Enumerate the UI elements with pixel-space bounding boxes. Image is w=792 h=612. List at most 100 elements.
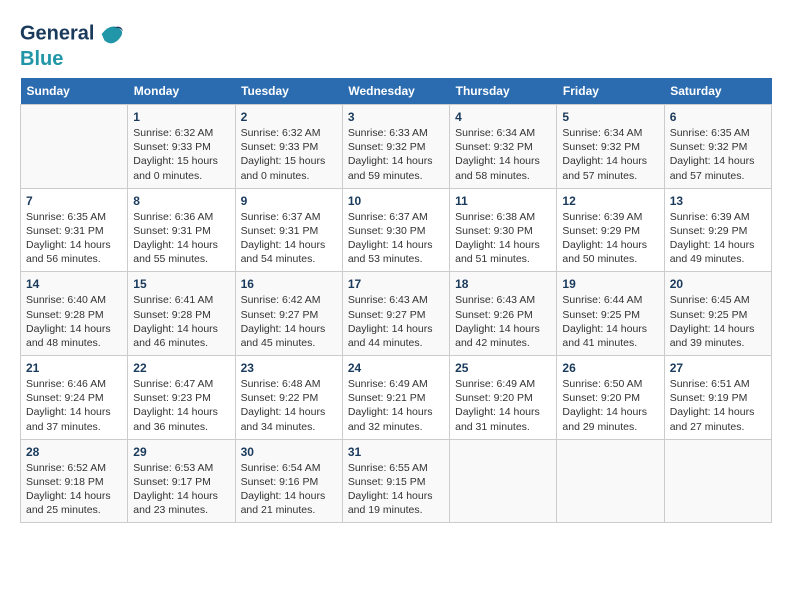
day-info: Sunrise: 6:42 AMSunset: 9:27 PMDaylight:…	[241, 293, 337, 350]
day-number: 24	[348, 361, 444, 375]
calendar-cell: 22 Sunrise: 6:47 AMSunset: 9:23 PMDayligh…	[128, 356, 235, 440]
column-header-sunday: Sunday	[21, 78, 128, 105]
day-number: 22	[133, 361, 229, 375]
day-info: Sunrise: 6:47 AMSunset: 9:23 PMDaylight:…	[133, 377, 229, 434]
calendar-cell: 19 Sunrise: 6:44 AMSunset: 9:25 PMDayligh…	[557, 272, 664, 356]
day-info: Sunrise: 6:32 AMSunset: 9:33 PMDaylight:…	[133, 126, 229, 183]
calendar-cell: 14Sunrise: 6:40 AMSunset: 9:28 PMDayligh…	[21, 272, 128, 356]
calendar-cell: 24 Sunrise: 6:49 AMSunset: 9:21 PMDayligh…	[342, 356, 449, 440]
calendar-cell: 30 Sunrise: 6:54 AMSunset: 9:16 PMDayligh…	[235, 439, 342, 523]
calendar-week-row: 28Sunrise: 6:52 AMSunset: 9:18 PMDayligh…	[21, 439, 772, 523]
day-number: 1	[133, 110, 229, 124]
day-info: Sunrise: 6:39 AMSunset: 9:29 PMDaylight:…	[670, 210, 766, 267]
calendar-cell: 17 Sunrise: 6:43 AMSunset: 9:27 PMDayligh…	[342, 272, 449, 356]
day-info: Sunrise: 6:34 AMSunset: 9:32 PMDaylight:…	[562, 126, 658, 183]
calendar-cell: 9Sunrise: 6:37 AMSunset: 9:31 PMDaylight…	[235, 188, 342, 272]
day-info: Sunrise: 6:39 AMSunset: 9:29 PMDaylight:…	[562, 210, 658, 267]
calendar-cell: 21Sunrise: 6:46 AMSunset: 9:24 PMDayligh…	[21, 356, 128, 440]
day-info: Sunrise: 6:51 AMSunset: 9:19 PMDaylight:…	[670, 377, 766, 434]
calendar-cell: 27 Sunrise: 6:51 AMSunset: 9:19 PMDayligh…	[664, 356, 771, 440]
day-info: Sunrise: 6:35 AMSunset: 9:31 PMDaylight:…	[26, 210, 122, 267]
logo-blue: Blue	[20, 48, 63, 70]
day-number: 27	[670, 361, 766, 375]
day-info: Sunrise: 6:38 AMSunset: 9:30 PMDaylight:…	[455, 210, 551, 267]
day-info: Sunrise: 6:54 AMSunset: 9:16 PMDaylight:…	[241, 461, 337, 518]
day-info: Sunrise: 6:35 AMSunset: 9:32 PMDaylight:…	[670, 126, 766, 183]
day-number: 17	[348, 277, 444, 291]
day-number: 29	[133, 445, 229, 459]
day-number: 7	[26, 194, 122, 208]
calendar-cell: 20 Sunrise: 6:45 AMSunset: 9:25 PMDayligh…	[664, 272, 771, 356]
day-number: 11	[455, 194, 551, 208]
calendar-week-row: 1 Sunrise: 6:32 AMSunset: 9:33 PMDaylight…	[21, 105, 772, 189]
day-number: 10	[348, 194, 444, 208]
day-number: 19	[562, 277, 658, 291]
day-info: Sunrise: 6:55 AMSunset: 9:15 PMDaylight:…	[348, 461, 444, 518]
day-number: 20	[670, 277, 766, 291]
day-info: Sunrise: 6:53 AMSunset: 9:17 PMDaylight:…	[133, 461, 229, 518]
day-number: 28	[26, 445, 122, 459]
day-number: 3	[348, 110, 444, 124]
calendar-table: SundayMondayTuesdayWednesdayThursdayFrid…	[20, 78, 772, 523]
calendar-week-row: 7 Sunrise: 6:35 AMSunset: 9:31 PMDaylight…	[21, 188, 772, 272]
column-header-tuesday: Tuesday	[235, 78, 342, 105]
day-info: Sunrise: 6:43 AMSunset: 9:27 PMDaylight:…	[348, 293, 444, 350]
day-info: Sunrise: 6:41 AMSunset: 9:28 PMDaylight:…	[133, 293, 229, 350]
logo-text: General Blue	[20, 20, 125, 70]
calendar-cell	[450, 439, 557, 523]
day-number: 8	[133, 194, 229, 208]
day-info: Sunrise: 6:36 AMSunset: 9:31 PMDaylight:…	[133, 210, 229, 267]
day-info: Sunrise: 6:50 AMSunset: 9:20 PMDaylight:…	[562, 377, 658, 434]
page-header: General Blue	[20, 20, 772, 70]
day-info: Sunrise: 6:37 AMSunset: 9:30 PMDaylight:…	[348, 210, 444, 267]
calendar-cell: 6 Sunrise: 6:35 AMSunset: 9:32 PMDaylight…	[664, 105, 771, 189]
calendar-cell: 15 Sunrise: 6:41 AMSunset: 9:28 PMDayligh…	[128, 272, 235, 356]
calendar-cell: 23 Sunrise: 6:48 AMSunset: 9:22 PMDayligh…	[235, 356, 342, 440]
calendar-cell: 5Sunrise: 6:34 AMSunset: 9:32 PMDaylight…	[557, 105, 664, 189]
calendar-week-row: 14Sunrise: 6:40 AMSunset: 9:28 PMDayligh…	[21, 272, 772, 356]
day-info: Sunrise: 6:44 AMSunset: 9:25 PMDaylight:…	[562, 293, 658, 350]
calendar-cell: 13 Sunrise: 6:39 AMSunset: 9:29 PMDayligh…	[664, 188, 771, 272]
column-header-thursday: Thursday	[450, 78, 557, 105]
day-info: Sunrise: 6:48 AMSunset: 9:22 PMDaylight:…	[241, 377, 337, 434]
day-number: 4	[455, 110, 551, 124]
day-number: 12	[562, 194, 658, 208]
day-number: 13	[670, 194, 766, 208]
day-number: 25	[455, 361, 551, 375]
calendar-cell	[664, 439, 771, 523]
day-info: Sunrise: 6:49 AMSunset: 9:21 PMDaylight:…	[348, 377, 444, 434]
calendar-cell: 2 Sunrise: 6:32 AMSunset: 9:33 PMDaylight…	[235, 105, 342, 189]
day-info: Sunrise: 6:32 AMSunset: 9:33 PMDaylight:…	[241, 126, 337, 183]
day-info: Sunrise: 6:40 AMSunset: 9:28 PMDaylight:…	[26, 293, 122, 350]
day-number: 15	[133, 277, 229, 291]
day-info: Sunrise: 6:34 AMSunset: 9:32 PMDaylight:…	[455, 126, 551, 183]
day-number: 18	[455, 277, 551, 291]
day-number: 23	[241, 361, 337, 375]
day-info: Sunrise: 6:33 AMSunset: 9:32 PMDaylight:…	[348, 126, 444, 183]
calendar-cell: 3 Sunrise: 6:33 AMSunset: 9:32 PMDaylight…	[342, 105, 449, 189]
calendar-cell: 8 Sunrise: 6:36 AMSunset: 9:31 PMDaylight…	[128, 188, 235, 272]
logo: General Blue	[20, 20, 125, 70]
calendar-cell: 29 Sunrise: 6:53 AMSunset: 9:17 PMDayligh…	[128, 439, 235, 523]
column-header-wednesday: Wednesday	[342, 78, 449, 105]
calendar-cell	[557, 439, 664, 523]
day-number: 21	[26, 361, 122, 375]
calendar-cell: 7 Sunrise: 6:35 AMSunset: 9:31 PMDaylight…	[21, 188, 128, 272]
column-header-monday: Monday	[128, 78, 235, 105]
calendar-cell: 18 Sunrise: 6:43 AMSunset: 9:26 PMDayligh…	[450, 272, 557, 356]
day-number: 16	[241, 277, 337, 291]
calendar-cell: 28Sunrise: 6:52 AMSunset: 9:18 PMDayligh…	[21, 439, 128, 523]
calendar-cell: 4 Sunrise: 6:34 AMSunset: 9:32 PMDaylight…	[450, 105, 557, 189]
column-header-saturday: Saturday	[664, 78, 771, 105]
calendar-header-row: SundayMondayTuesdayWednesdayThursdayFrid…	[21, 78, 772, 105]
day-info: Sunrise: 6:43 AMSunset: 9:26 PMDaylight:…	[455, 293, 551, 350]
day-number: 30	[241, 445, 337, 459]
calendar-cell: 11 Sunrise: 6:38 AMSunset: 9:30 PMDayligh…	[450, 188, 557, 272]
calendar-cell: 12 Sunrise: 6:39 AMSunset: 9:29 PMDayligh…	[557, 188, 664, 272]
day-info: Sunrise: 6:49 AMSunset: 9:20 PMDaylight:…	[455, 377, 551, 434]
calendar-cell: 31 Sunrise: 6:55 AMSunset: 9:15 PMDayligh…	[342, 439, 449, 523]
day-number: 2	[241, 110, 337, 124]
day-number: 31	[348, 445, 444, 459]
day-info: Sunrise: 6:45 AMSunset: 9:25 PMDaylight:…	[670, 293, 766, 350]
day-number: 6	[670, 110, 766, 124]
